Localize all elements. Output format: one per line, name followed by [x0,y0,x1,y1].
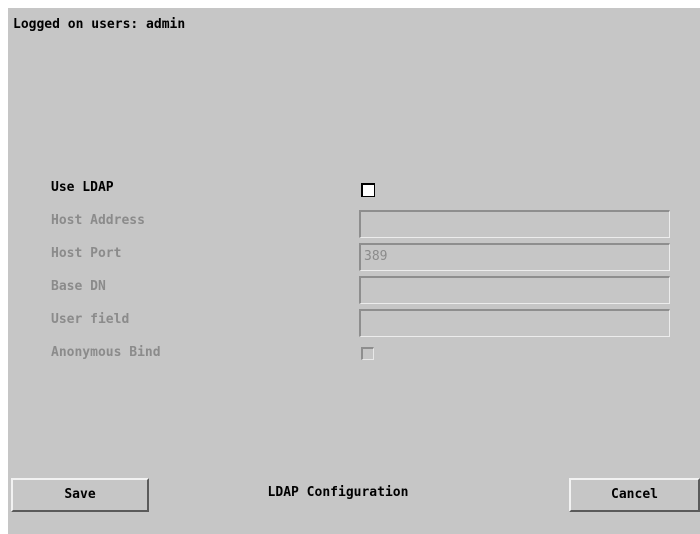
logged-on-users-status: Logged on users: admin [13,17,186,32]
base-dn-field[interactable] [359,276,670,304]
anonymous-bind-checkbox[interactable] [361,347,374,360]
anonymous-bind-label: Anonymous Bind [51,345,161,360]
host-address-field[interactable] [359,210,670,238]
use-ldap-checkbox[interactable] [361,183,375,197]
host-port-label: Host Port [51,246,122,261]
cancel-button[interactable]: Cancel [569,478,700,512]
base-dn-label: Base DN [51,279,106,294]
ldap-config-screen: Logged on users: admin Use LDAP Host Add… [8,8,700,534]
user-field-label: User field [51,312,130,327]
use-ldap-label: Use LDAP [51,180,114,195]
host-address-label: Host Address [51,213,145,228]
user-field-input[interactable] [359,309,670,337]
page-title: LDAP Configuration [267,485,409,500]
save-button[interactable]: Save [11,478,149,512]
host-port-field[interactable]: 389 [359,243,670,271]
